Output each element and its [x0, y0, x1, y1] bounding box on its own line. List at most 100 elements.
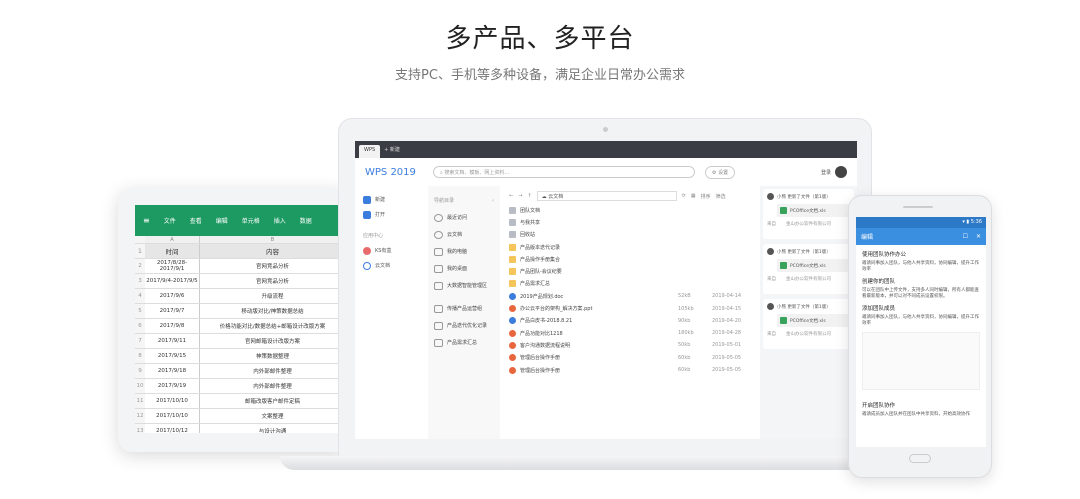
- back-icon[interactable]: ←: [509, 193, 513, 199]
- nav-item[interactable]: 最近访问: [434, 209, 494, 226]
- menu-item[interactable]: 查看: [190, 216, 202, 225]
- cell[interactable]: 2017/9/4-2017/9/5: [145, 274, 200, 288]
- menu-item[interactable]: 文件: [164, 216, 176, 225]
- file-row[interactable]: 客户沟通数据流程说明 50kb 2019-05-01: [509, 339, 754, 351]
- new-tab-button[interactable]: + 新建: [384, 146, 400, 153]
- file-row[interactable]: 管理后台操作手册 60kb 2019-05-05: [509, 364, 754, 376]
- table-row: 4 2017/9/6 升级流程: [135, 289, 345, 304]
- nav-item[interactable]: 云文档: [434, 226, 494, 243]
- cell[interactable]: 与设计沟通: [200, 427, 345, 433]
- cell[interactable]: 价格功能对比/数据总结+邮箱设计改版方案: [200, 322, 345, 330]
- sidebar-item-open[interactable]: 打开: [363, 207, 417, 222]
- sidebar-item-cloud[interactable]: KS有盒: [363, 243, 417, 258]
- nav-item[interactable]: 我的桌面: [434, 260, 494, 277]
- cell[interactable]: 邮箱改版客户邮件定稿: [200, 397, 345, 405]
- attachment[interactable]: PCOffice文档.xls: [777, 259, 850, 272]
- collapse-icon[interactable]: ‹: [492, 198, 494, 204]
- table-row: 10 2017/9/19 内外部邮件整理: [135, 379, 345, 394]
- close-icon[interactable]: ✕: [976, 233, 981, 240]
- nav-icon: [434, 230, 443, 239]
- file-row[interactable]: 管理后台操作手册 60kb 2019-05-05: [509, 352, 754, 364]
- ppt-icon: [509, 354, 516, 362]
- cell[interactable]: 内外部邮件整理: [200, 367, 345, 375]
- file-row[interactable]: 产品版本迭代记录: [509, 241, 754, 253]
- file-row[interactable]: 产品功能对比1218 180kb 2019-04-28: [509, 327, 754, 339]
- feed-card[interactable]: 小熊 更新了文件（第1版） PCOffice文档.xls 来自 金山办公软件有限公司: [763, 299, 854, 349]
- file-row[interactable]: 产品需求汇总: [509, 278, 754, 290]
- tab-home[interactable]: WPS: [359, 145, 381, 158]
- home-button[interactable]: [909, 454, 931, 463]
- file-date: 2019-05-05: [712, 367, 742, 373]
- feed-card[interactable]: 小熊 更新了文件（第1版） PCOffice文档.xls 来自 金山办公软件有限公司: [763, 244, 854, 294]
- table-row: 9 2017/9/18 内外部邮件整理: [135, 364, 345, 379]
- filter-button[interactable]: 筛选: [716, 193, 726, 200]
- cell[interactable]: 官网竞品分析: [200, 277, 345, 285]
- cloud-app-icon: [363, 246, 371, 255]
- path-input[interactable]: ☁ 云文档: [536, 191, 677, 201]
- avatar[interactable]: [835, 166, 847, 178]
- cell[interactable]: 2017/10/10: [145, 394, 200, 408]
- search-input[interactable]: ⌕ 搜索文档、模板、网上资料...: [433, 166, 695, 178]
- attachment[interactable]: PCOffice文档.xls: [777, 204, 850, 217]
- cell[interactable]: 2017/9/8: [145, 319, 200, 333]
- phone-title: 编辑: [861, 234, 874, 241]
- up-icon[interactable]: ↑: [527, 193, 531, 199]
- file-row[interactable]: 回收站: [509, 229, 754, 241]
- cell[interactable]: 2017/9/7: [145, 304, 200, 318]
- header-cell[interactable]: 时间: [145, 244, 200, 258]
- menu-item[interactable]: 编辑: [216, 216, 228, 225]
- nav-item[interactable]: 产品迭代优化记录: [434, 317, 494, 334]
- file-name: 产品版本迭代记录: [520, 244, 561, 251]
- doc-icon: [509, 292, 516, 300]
- nav-item[interactable]: 传播产品运营组: [434, 300, 494, 317]
- cell[interactable]: 2017/10/10: [145, 409, 200, 423]
- cell[interactable]: 2017/9/15: [145, 349, 200, 363]
- nav-item[interactable]: 产品需求汇总: [434, 334, 494, 351]
- nav-item[interactable]: 我的电脑: [434, 243, 494, 260]
- view-icon[interactable]: ▦: [691, 193, 696, 199]
- cell[interactable]: 2017/9/19: [145, 379, 200, 393]
- cell[interactable]: 2017/9/18: [145, 364, 200, 378]
- file-row[interactable]: 产品白皮书-2018.8.21 90kb 2019-04-20: [509, 315, 754, 327]
- menu-item[interactable]: 单元格: [242, 216, 260, 225]
- menu-icon[interactable]: ≡: [143, 216, 150, 225]
- cell[interactable]: 2017/10/12: [145, 424, 200, 433]
- cell[interactable]: 升级流程: [200, 292, 345, 300]
- cell[interactable]: 神策数据整理: [200, 352, 345, 360]
- cell[interactable]: 内外部邮件整理: [200, 382, 345, 390]
- file-row[interactable]: 与我共享: [509, 216, 754, 228]
- file-size: 60kb: [678, 354, 691, 361]
- row-number: 9: [135, 364, 145, 378]
- nav-item[interactable]: 大数据智能管理区: [434, 277, 494, 294]
- menu-item[interactable]: 数据: [300, 216, 312, 225]
- expand-icon[interactable]: ☐: [963, 233, 968, 240]
- cell[interactable]: 文案整理: [200, 412, 345, 420]
- cell[interactable]: 官网竞品分析: [200, 262, 345, 270]
- nav-label: 产品需求汇总: [447, 340, 478, 346]
- sidebar-item-new[interactable]: 新建: [363, 192, 417, 207]
- file-row[interactable]: 办公云平台的架构_解决方案.ppt 105kb 2019-04-15: [509, 302, 754, 314]
- file-date: 2019-04-14: [712, 293, 742, 300]
- file-row[interactable]: 产品操作手册集合: [509, 253, 754, 265]
- cell[interactable]: 移动版对比/神策数据总结: [200, 307, 345, 315]
- refresh-icon[interactable]: ⟳: [682, 193, 686, 199]
- cell[interactable]: 官网邮箱设计改版方案: [200, 337, 345, 345]
- new-doc-icon: [363, 195, 371, 204]
- file-row[interactable]: 2019产品规划.doc 52kB 2019-04-14: [509, 290, 754, 302]
- tab-bar: WPS + 新建: [355, 141, 857, 158]
- phone-section: 开启团队协作 邀请成员加入团队并在团队中共享资料，开始高效协作: [856, 396, 986, 417]
- forward-icon[interactable]: →: [518, 193, 522, 199]
- attachment[interactable]: PCOffice文档.xls: [777, 314, 850, 327]
- file-row[interactable]: 团队文档: [509, 204, 754, 216]
- sort-button[interactable]: 排序: [701, 193, 711, 200]
- settings-button[interactable]: ⚙ 设置: [705, 165, 736, 179]
- file-row[interactable]: 产品团队-会议纪要: [509, 265, 754, 277]
- sidebar-item-public[interactable]: 云文档: [363, 258, 417, 273]
- user-area[interactable]: 登录: [821, 166, 847, 178]
- header-cell[interactable]: 内容: [200, 246, 345, 256]
- cell[interactable]: 2017/9/6: [145, 289, 200, 303]
- cell[interactable]: 2017/8/28-2017/9/1: [145, 259, 200, 273]
- menu-item[interactable]: 插入: [274, 216, 286, 225]
- cell[interactable]: 2017/9/11: [145, 334, 200, 348]
- feed-card[interactable]: 小熊 更新了文件（第1版） PCOffice文档.xls 来自 金山办公软件有限公司: [763, 189, 854, 239]
